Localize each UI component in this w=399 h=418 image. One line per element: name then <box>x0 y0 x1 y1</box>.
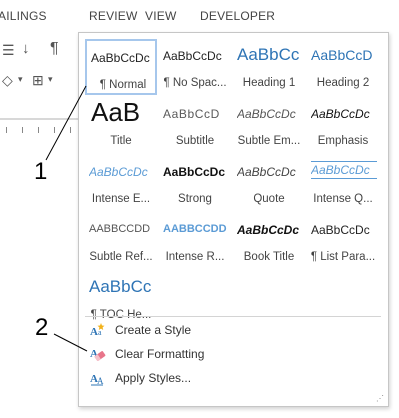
style-intense-quote[interactable]: AaBbCcDc Intense Q... <box>307 155 379 211</box>
style-subtle-reference[interactable]: AABBCCDD Subtle Ref... <box>85 213 157 269</box>
shading-dropdown-icon[interactable]: ▾ <box>18 74 23 85</box>
borders-icon[interactable]: ⊞ <box>32 72 44 89</box>
style-preview: AaBbCc <box>89 277 152 296</box>
style-name: ¶ No Spac... <box>163 77 227 89</box>
style-preview: AaBbCcD <box>163 107 220 121</box>
apply-styles-button[interactable]: A A Apply Styles... <box>85 367 381 389</box>
create-style-button[interactable]: A a Create a Style <box>85 319 381 341</box>
shading-icon[interactable]: ◇ <box>2 72 13 89</box>
style-name: Intense R... <box>165 251 225 263</box>
style-preview: AaBbCcDc <box>237 223 300 237</box>
style-intense-reference[interactable]: AABBCCDD Intense R... <box>159 213 231 269</box>
clear-formatting-button[interactable]: A Clear Formatting <box>85 343 381 365</box>
style-list-paragraph[interactable]: AaBbCcDc ¶ List Para... <box>307 213 379 269</box>
clear-formatting-icon: A <box>89 346 107 362</box>
style-no-spacing[interactable]: AaBbCcDc ¶ No Spac... <box>159 39 231 95</box>
style-preview: AaBbCcDc <box>237 107 296 121</box>
style-preview: AaBbCcDc <box>311 107 370 121</box>
sort-icon[interactable]: ↓ <box>22 40 30 57</box>
style-name: Subtle Em... <box>237 135 301 147</box>
callout-2: 2 <box>35 314 49 341</box>
gallery-divider <box>85 316 381 317</box>
style-name: Heading 2 <box>316 77 370 89</box>
pilcrow-icon[interactable]: ¶ <box>50 40 59 58</box>
style-strong[interactable]: AaBbCcDc Strong <box>159 155 231 211</box>
tab-view[interactable]: VIEW <box>145 9 176 23</box>
style-intense-emphasis[interactable]: AaBbCcDc Intense E... <box>85 155 157 211</box>
ribbon-paragraph-group: ☰ ↓ ¶ ◇ ▾ ⊞ ▾ <box>0 30 82 120</box>
style-preview: AaB <box>91 97 141 127</box>
command-label: Clear Formatting <box>115 347 205 361</box>
tab-mailings[interactable]: AILINGS <box>0 9 47 23</box>
borders-dropdown-icon[interactable]: ▾ <box>48 74 53 85</box>
style-subtitle[interactable]: AaBbCcD Subtitle <box>159 97 231 153</box>
resize-grip[interactable]: ⋰ <box>376 395 385 403</box>
style-preview: AaBbCcDc <box>163 165 226 179</box>
style-name: ¶ Normal <box>99 79 147 91</box>
style-quote[interactable]: AaBbCcDc Quote <box>233 155 305 211</box>
style-title[interactable]: AaB Title <box>85 97 157 153</box>
command-label: Create a Style <box>115 323 192 337</box>
style-name: Strong <box>178 193 212 205</box>
tab-developer[interactable]: DEVELOPER <box>200 9 275 23</box>
style-preview: AaBbCcDc <box>163 49 222 63</box>
style-emphasis[interactable]: AaBbCcDc Emphasis <box>307 97 379 153</box>
style-name: ¶ List Para... <box>310 251 376 263</box>
style-name: Intense E... <box>91 193 151 205</box>
create-style-icon: A a <box>89 322 107 338</box>
style-name: Subtitle <box>175 135 215 147</box>
style-preview: AaBbCcDc <box>311 223 370 237</box>
svg-text:A: A <box>90 326 98 338</box>
list-indent-icon[interactable]: ☰ <box>2 42 15 59</box>
apply-styles-icon: A A <box>89 370 107 386</box>
style-name: Intense Q... <box>313 193 373 205</box>
style-preview: AaBbCcDc <box>237 165 296 179</box>
callout-1: 1 <box>34 158 48 185</box>
style-book-title[interactable]: AaBbCcDc Book Title <box>233 213 305 269</box>
style-name: Quote <box>253 193 285 205</box>
tab-review[interactable]: REVIEW <box>89 9 138 23</box>
style-preview: AaBbCcDc <box>311 161 377 179</box>
style-name: Emphasis <box>317 135 369 147</box>
style-preview: AaBbCcDc <box>91 51 150 65</box>
command-label: Apply Styles... <box>115 371 192 385</box>
style-heading-1[interactable]: AaBbCc Heading 1 <box>233 39 305 95</box>
style-preview: AABBCCDD <box>163 223 227 235</box>
style-preview: AaBbCcD <box>311 47 373 63</box>
style-heading-2[interactable]: AaBbCcD Heading 2 <box>307 39 379 95</box>
style-preview: AaBbCcDc <box>89 165 148 179</box>
style-name: Book Title <box>243 251 295 263</box>
style-name: Title <box>110 135 132 147</box>
ribbon-tab-bar: AILINGS REVIEW VIEW DEVELOPER <box>0 0 399 30</box>
svg-text:a: a <box>98 328 102 337</box>
style-normal[interactable]: AaBbCcDc ¶ Normal <box>85 39 157 95</box>
ribbon-divider <box>0 118 82 120</box>
style-subtle-emphasis[interactable]: AaBbCcDc Subtle Em... <box>233 97 305 153</box>
style-preview: AABBCCDD <box>89 223 151 235</box>
styles-gallery-panel: AaBbCcDc ¶ Normal AaBbCcDc ¶ No Spac... … <box>78 32 389 407</box>
style-preview: AaBbCc <box>237 45 300 64</box>
style-name: Subtle Ref... <box>89 251 153 263</box>
ruler <box>0 125 82 135</box>
style-name: Heading 1 <box>242 77 296 89</box>
